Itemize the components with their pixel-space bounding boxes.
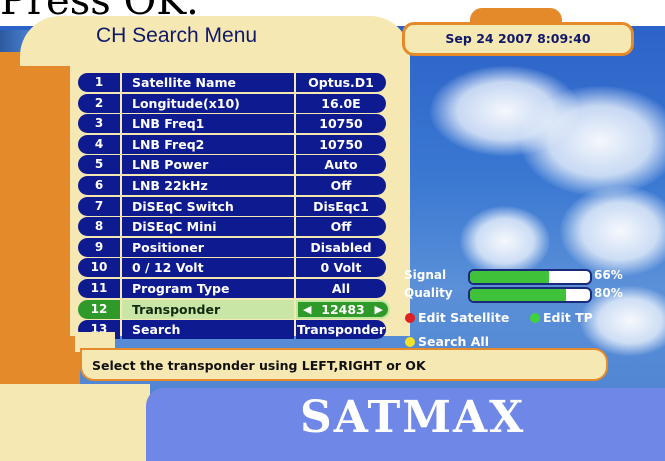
row-label: Search — [122, 320, 294, 340]
row-value-text: Optus.D1 — [308, 75, 374, 90]
row-value: Disabled — [296, 237, 386, 257]
row-number: 12 — [78, 299, 120, 319]
row-value-text: Off — [330, 178, 352, 193]
row-number: 5 — [78, 155, 120, 175]
cloud — [460, 206, 550, 276]
quality-fill — [470, 289, 566, 301]
help-bar: Select the transponder using LEFT,RIGHT … — [80, 348, 608, 381]
menu-row[interactable]: 4 LNB Freq2 10750 — [78, 134, 386, 154]
edit-tp-label: Edit TP — [543, 310, 593, 325]
row-label: DiSEqC Mini — [122, 217, 294, 237]
row-number: 9 — [78, 237, 120, 257]
row-label: LNB Freq1 — [122, 114, 294, 134]
row-value-text: All — [331, 281, 351, 296]
quality-meter — [468, 287, 592, 303]
date-time: Sep 24 2007 8:09:40 — [402, 22, 634, 56]
row-value-text: Off — [330, 219, 352, 235]
row-value: All — [296, 279, 386, 298]
row-value: 16.0E — [296, 93, 386, 113]
row-label: Satellite Name — [122, 73, 294, 92]
menu-row[interactable]: 3 LNB Freq1 10750 — [78, 114, 386, 134]
row-value: 10750 — [296, 134, 386, 154]
quality-label: Quality — [404, 286, 453, 300]
cloud — [520, 86, 665, 196]
red-key-icon — [405, 313, 415, 323]
caption-text: Press OK. — [0, 0, 199, 24]
row-value-text: 12483 — [321, 301, 365, 317]
row-number: 7 — [78, 196, 120, 216]
menu-row[interactable]: 12 Transponder 12483 ◀ ▶ — [78, 299, 390, 319]
signal-fill — [470, 271, 550, 283]
row-label: Program Type — [122, 279, 294, 298]
row-value-text: DisEqc1 — [313, 198, 369, 214]
row-label: 0 / 12 Volt — [122, 258, 294, 278]
left-arrow-icon[interactable]: ◀ — [303, 302, 311, 317]
menu-row[interactable]: 5 LNB Power Auto — [78, 155, 386, 175]
yellow-key-icon — [405, 337, 415, 347]
row-value-text: 0 Volt — [320, 260, 362, 276]
row-value-text: Disabled — [310, 239, 372, 255]
right-arrow-icon[interactable]: ▶ — [375, 302, 383, 317]
quality-value: 80% — [594, 286, 623, 300]
row-number: 4 — [78, 134, 120, 154]
row-number: 3 — [78, 114, 120, 134]
orange-sidebar — [0, 52, 80, 432]
row-label: Transponder — [122, 299, 294, 319]
edit-satellite-key[interactable]: Edit Satellite — [405, 310, 509, 325]
transponder-value-selector[interactable]: 12483 ◀ ▶ — [296, 299, 390, 319]
menu-row[interactable]: 10 0 / 12 Volt 0 Volt — [78, 258, 386, 278]
row-label: LNB 22kHz — [122, 176, 294, 195]
row-value-text: 10750 — [319, 116, 363, 132]
signal-value: 66% — [594, 268, 623, 282]
row-value-text: 10750 — [319, 136, 363, 152]
menu-row[interactable]: 13 Search Transponder — [78, 320, 386, 340]
row-label: Longitude(x10) — [122, 93, 294, 113]
signal-meter — [468, 269, 592, 285]
row-number: 6 — [78, 176, 120, 195]
row-value: Transponder — [296, 320, 386, 340]
row-number: 11 — [78, 279, 120, 298]
row-label: LNB Power — [122, 155, 294, 175]
screen: CH Search Menu 1 Satellite Name Optus.D1 2 L… — [0, 0, 665, 461]
row-value: 0 Volt — [296, 258, 386, 278]
menu-row[interactable]: 6 LNB 22kHz Off — [78, 176, 386, 195]
row-value: DisEqc1 — [296, 196, 386, 216]
row-number: 2 — [78, 93, 120, 113]
row-label: DiSEqC Switch — [122, 196, 294, 216]
edit-satellite-label: Edit Satellite — [418, 310, 510, 325]
row-number: 8 — [78, 217, 120, 237]
search-all-key[interactable]: Search All — [405, 334, 489, 349]
edit-tp-key[interactable]: Edit TP — [530, 310, 593, 325]
menu-row[interactable]: 2 Longitude(x10) 16.0E — [78, 93, 386, 113]
cloud — [560, 186, 665, 276]
row-value-text: 16.0E — [321, 95, 361, 111]
menu-row[interactable]: 11 Program Type All — [78, 279, 386, 298]
bottom-left-panel — [0, 384, 150, 461]
row-value-text: Auto — [324, 157, 358, 173]
row-number: 1 — [78, 73, 120, 92]
signal-label: Signal — [404, 268, 447, 282]
row-value: Auto — [296, 155, 386, 175]
brand-logo: SATMAX — [300, 392, 526, 443]
menu-row[interactable]: 8 DiSEqC Mini Off — [78, 217, 386, 237]
row-value: 10750 — [296, 114, 386, 134]
menu-row[interactable]: 9 Positioner Disabled — [78, 237, 386, 257]
row-value: Off — [296, 217, 386, 237]
menu-row[interactable]: 1 Satellite Name Optus.D1 — [78, 73, 386, 92]
menu-row[interactable]: 7 DiSEqC Switch DisEqc1 — [78, 196, 386, 216]
row-number: 10 — [78, 258, 120, 278]
menu-title: CH Search Menu — [96, 24, 258, 47]
search-all-label: Search All — [418, 334, 489, 349]
green-key-icon — [530, 313, 540, 323]
row-value: Off — [296, 176, 386, 195]
row-value-text: Transponder — [296, 322, 386, 338]
row-label: Positioner — [122, 237, 294, 257]
row-label: LNB Freq2 — [122, 134, 294, 154]
row-value: Optus.D1 — [296, 73, 386, 92]
